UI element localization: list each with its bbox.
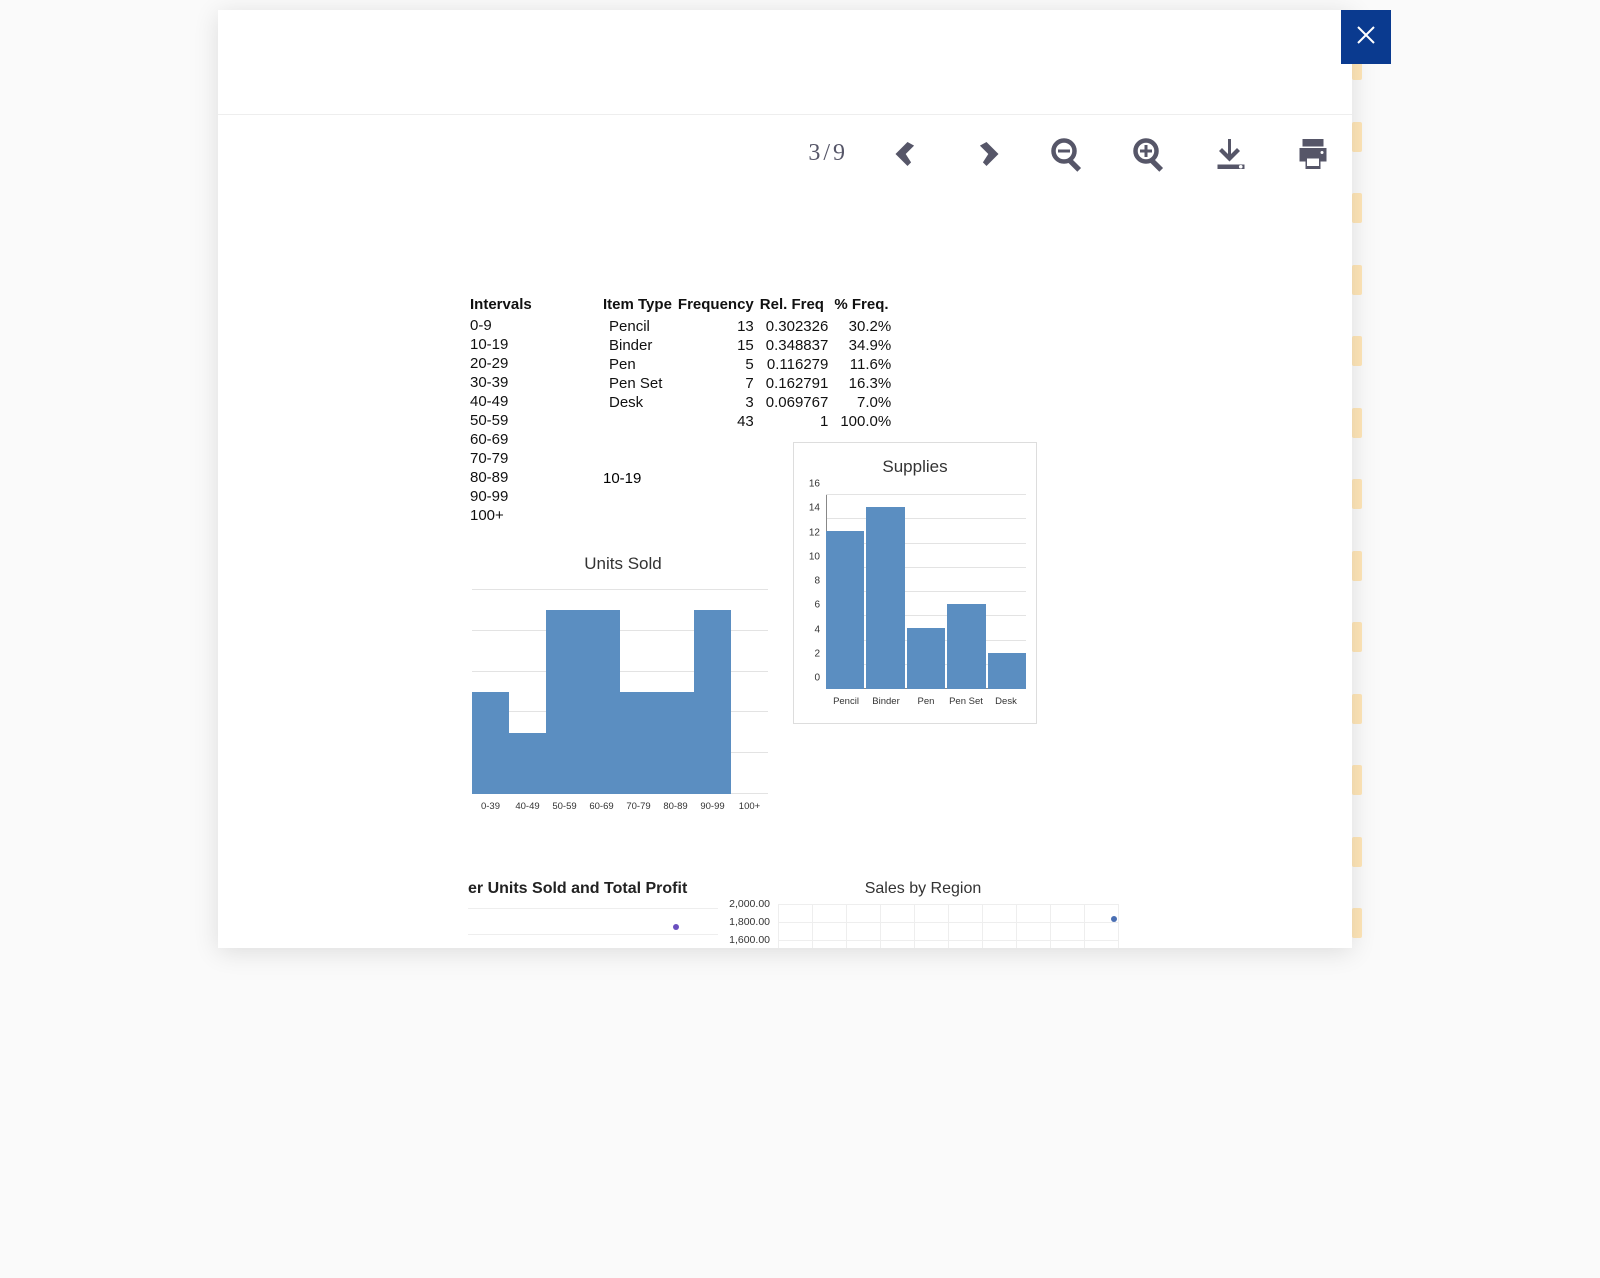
zoom-in-button[interactable] [1130,135,1168,173]
table-header: % Freq. [834,296,897,317]
y-tick-label: 16 [794,479,820,490]
x-tick-label: 40-49 [509,801,546,812]
y-tick-label: 8 [794,576,820,587]
table-header: Rel. Freq [760,296,835,317]
y-tick-label: 2 [794,648,820,659]
bar [546,610,583,794]
chart-title: Units Sold [468,534,778,590]
y-tick-label: 4 [794,624,820,635]
table-header: Item Type [603,296,678,317]
table-row: Pen Set70.16279116.3% [603,374,897,393]
zoom-out-button[interactable] [1048,135,1086,173]
interval-row: 50-59 [470,412,532,431]
x-tick-label: 70-79 [620,801,657,812]
bar [988,653,1026,689]
bar [620,692,657,794]
interval-row: 20-29 [470,355,532,374]
intervals-header: Intervals [470,296,532,313]
bar [657,692,694,794]
interval-row: 30-39 [470,374,532,393]
bar [472,692,509,794]
bar [907,628,945,689]
x-tick-label: 100+ [731,801,768,812]
bar [866,507,904,689]
close-button[interactable] [1341,10,1391,64]
y-tick-label: 0 [794,673,820,684]
interval-row: 0-9 [470,317,532,336]
y-tick-label: 12 [794,527,820,538]
y-tick-label: 2,000.00 [728,898,770,910]
x-tick-label: 60-69 [583,801,620,812]
x-tick-label: Desk [986,696,1026,707]
table-row: Pen50.11627911.6% [603,355,897,374]
supplies-chart: Supplies 0 2 4 6 8 10 12 14 16 PencilBinderPenPe… [793,442,1037,724]
interval-row: 60-69 [470,431,532,450]
units-sold-chart: Units Sold 0-3940-4950-5960-6970-7980-89… [468,534,778,826]
y-tick-label: 10 [794,551,820,562]
viewer-toolbar: 3/9 [218,114,1352,192]
interval-row: 80-89 [470,469,532,488]
page-indicator: 3/9 [808,140,848,167]
table-header: Frequency [678,296,760,317]
document-content: Intervals 0-910-1920-2930-3940-4950-5960… [218,192,1352,948]
intervals-list: Intervals 0-910-1920-2930-3940-4950-5960… [470,296,532,526]
document-viewer-modal: 3/9 Intervals [218,10,1352,948]
data-point [1111,916,1117,922]
interval-row: 90-99 [470,488,532,507]
prev-page-button[interactable] [884,135,922,173]
data-point [673,924,679,930]
table-row: Desk30.0697677.0% [603,393,897,412]
x-tick-label: 0-39 [472,801,509,812]
x-tick-label: Binder [866,696,906,707]
y-tick-label: 14 [794,503,820,514]
chart-title: Supplies [794,443,1036,485]
interval-row: 40-49 [470,393,532,412]
interval-row: 70-79 [470,450,532,469]
mode-note: 10-19 [603,470,641,487]
table-row: Binder150.34883734.9% [603,336,897,355]
table-row: Pencil130.30232630.2% [603,317,897,336]
chart-title: er Units Sold and Total Profit [468,880,718,898]
x-tick-label: Pen [906,696,946,707]
background-stripes [1352,50,1362,938]
x-tick-label: 80-89 [657,801,694,812]
frequency-table: Item TypeFrequencyRel. Freq% Freq. Penci… [603,296,897,431]
units-profit-chart: er Units Sold and Total Profit [468,880,718,948]
x-tick-label: Pen Set [946,696,986,707]
x-tick-label: 90-99 [694,801,731,812]
y-tick-label: 6 [794,600,820,611]
chart-title: Sales by Region [728,880,1118,898]
x-tick-label: Pencil [826,696,866,707]
print-button[interactable] [1294,135,1332,173]
bar [583,610,620,794]
y-tick-label: 1,600.00 [728,934,770,946]
close-icon [1354,23,1378,52]
bar [694,610,731,794]
interval-row: 10-19 [470,336,532,355]
bar [509,733,546,794]
interval-row: 100+ [470,507,532,526]
table-total-row: 431100.0% [603,412,897,431]
sales-region-chart: Sales by Region 2,000.00 1,800.00 1,600.00 [728,880,1118,948]
x-tick-label: 50-59 [546,801,583,812]
next-page-button[interactable] [966,135,1004,173]
y-tick-label: 1,800.00 [728,916,770,928]
bar [826,531,864,689]
bar [947,604,985,689]
download-button[interactable] [1212,135,1250,173]
